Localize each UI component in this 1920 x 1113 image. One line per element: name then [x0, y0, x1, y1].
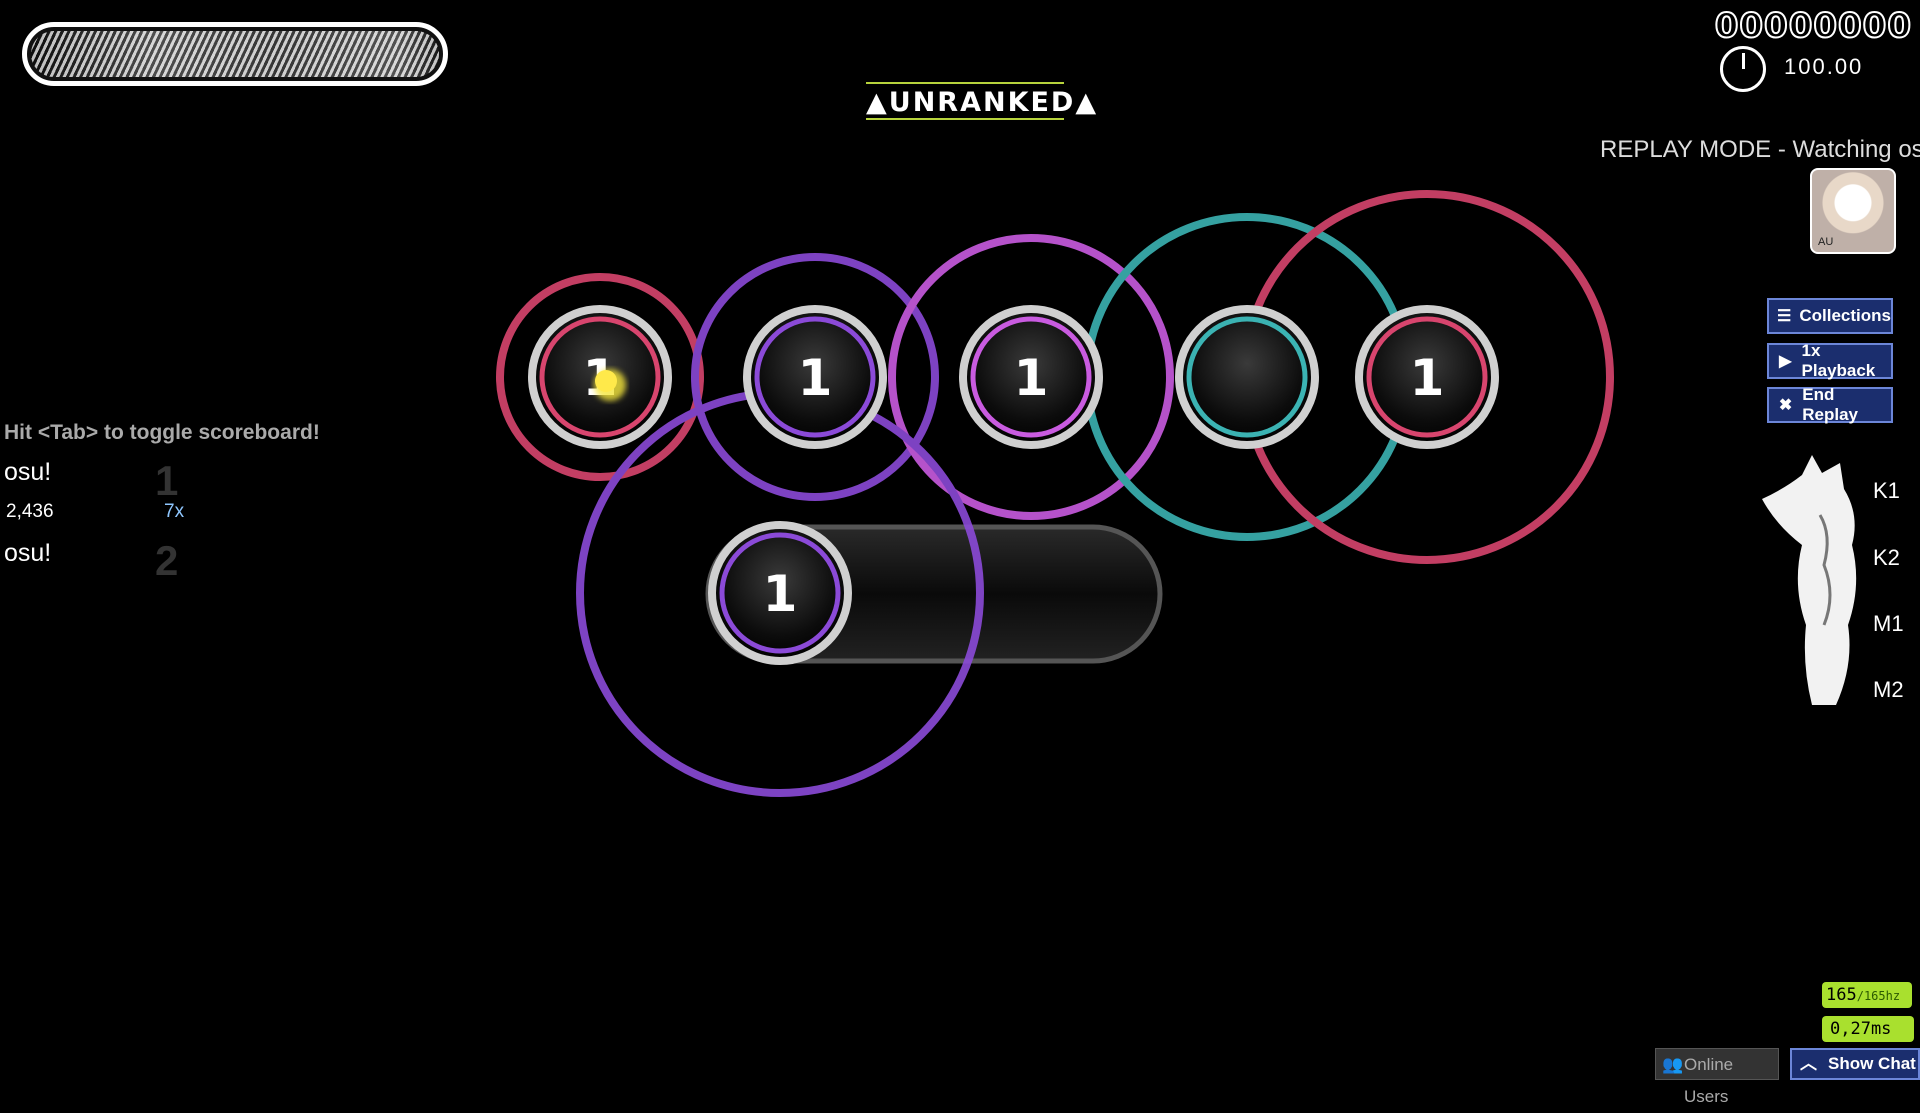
online-users-label: Online Users [1684, 1055, 1734, 1106]
combo-number: 1 [1410, 349, 1445, 407]
fps-limit: /165hz [1856, 989, 1901, 1003]
playfield: 1 1 1 1 1 [496, 190, 1614, 797]
hit-circle [1175, 305, 1319, 449]
latency-counter: 0,27ms [1822, 1016, 1914, 1042]
combo-number: 1 [763, 565, 798, 623]
show-chat-button[interactable]: ︿ Show Chat [1790, 1048, 1920, 1080]
combo-number: 1 [1014, 349, 1049, 407]
fps-counter: 165/165hz [1822, 982, 1912, 1008]
combo-number: 1 [798, 349, 833, 407]
online-users-button[interactable]: 👥 Online Users [1655, 1048, 1779, 1106]
cursor [594, 369, 626, 401]
show-chat-label: Show Chat [1828, 1054, 1916, 1073]
fps-value: 165 [1826, 985, 1857, 1005]
users-icon: 👥 [1662, 1055, 1684, 1074]
chevron-up-icon: ︿ [1800, 1054, 1817, 1073]
